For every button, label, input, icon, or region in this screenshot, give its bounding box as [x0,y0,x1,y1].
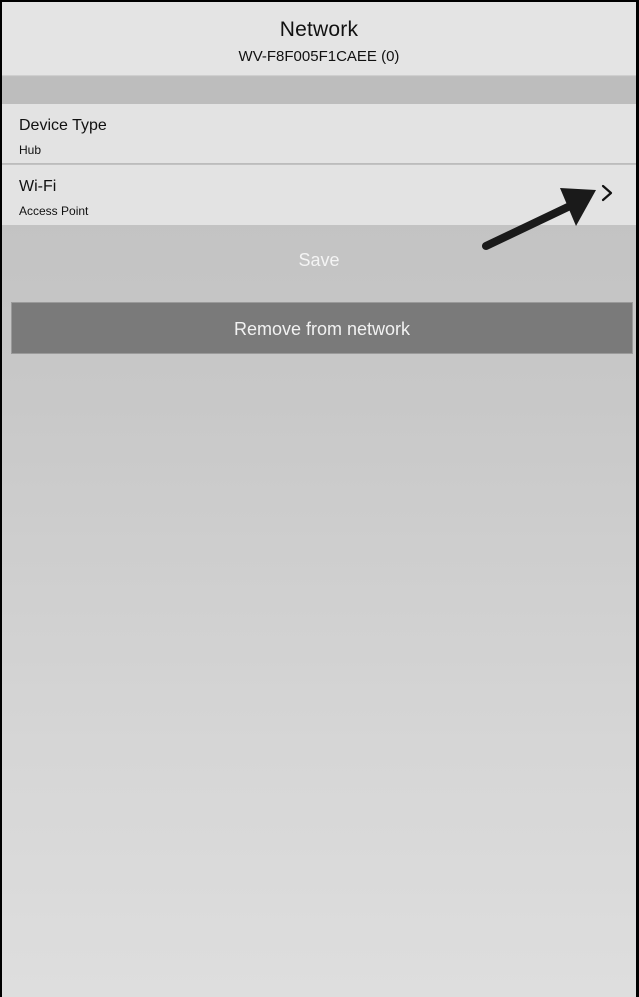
device-id: WV-F8F005F1CAEE (0) [238,48,400,65]
wifi-value: Access Point [19,204,89,218]
wifi-label: Wi-Fi [19,178,57,195]
header: Network WV-F8F005F1CAEE (0) [2,2,636,76]
section-divider [2,77,636,104]
page-title: Network [279,18,359,41]
device-type-value: Hub [19,143,42,157]
arrow-icon [482,188,596,250]
remove-from-network-button[interactable]: Remove from network [11,302,633,354]
device-type-label: Device Type [19,117,107,134]
app-screen: Network WV-F8F005F1CAEE (0) Device Type … [0,0,639,997]
device-type-row[interactable]: Device Type Hub [2,104,636,164]
